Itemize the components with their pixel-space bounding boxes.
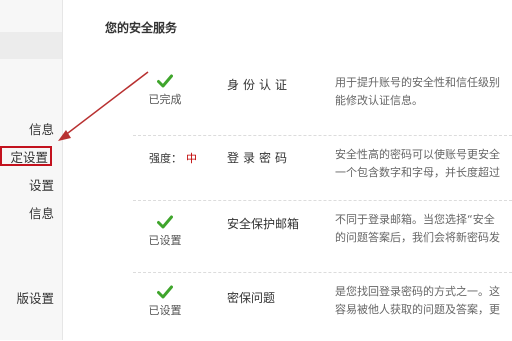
service-row-password: 强度： 中 登录密码 安全性高的密码可以使账号更安全 一个包含数字和字母，并长度超…: [133, 135, 512, 196]
service-name: 安全保护邮箱: [227, 217, 300, 231]
description-line: 用于提升账号的安全性和信任级别: [335, 76, 500, 89]
sidebar-item-label: 信息: [28, 122, 54, 137]
sidebar-item-label: 信息: [28, 206, 54, 221]
service-row-questions: 已设置 密保问题 是您找回登录密码的方式之一。这 容易被他人获取的问题及答案，更: [133, 272, 512, 341]
sidebar-item-settings[interactable]: 设置: [0, 176, 62, 196]
service-status: 已完成: [133, 74, 197, 107]
sidebar-item-settings-active[interactable]: 定设置: [0, 146, 52, 166]
left-sidebar: 信息 定设置 设置 信息 版设置: [0, 0, 63, 340]
service-status: 已设置: [133, 285, 197, 318]
status-label: 已完成: [148, 93, 182, 106]
strength-label: 强度：: [149, 152, 182, 165]
check-icon: [157, 215, 173, 229]
service-description: 安全性高的密码可以使账号更安全 一个包含数字和字母，并长度超过: [335, 146, 512, 182]
service-name: 密保问题: [227, 291, 276, 305]
service-name: 登录密码: [227, 151, 292, 165]
strength-level: 中: [186, 152, 197, 165]
check-icon: [157, 285, 173, 299]
description-line: 安全性高的密码可以使账号更安全: [335, 148, 500, 161]
security-services-panel: 您的安全服务 已完成 身份认证 用于提升账号的安全性和信任级别 能修改认证信息。…: [63, 0, 512, 340]
sidebar-item-info-2[interactable]: 信息: [0, 204, 62, 224]
status-label: 已设置: [148, 234, 182, 247]
description-line: 的问题答案后，我们会将新密码发: [335, 231, 500, 244]
service-status: 已设置: [133, 215, 197, 248]
service-description: 是您找回登录密码的方式之一。这 容易被他人获取的问题及答案，更: [335, 283, 512, 319]
service-name: 身份认证: [227, 78, 292, 92]
service-description: 不同于登录邮箱。当您选择“安全 的问题答案后，我们会将新密码发: [335, 211, 512, 247]
sidebar-item-info[interactable]: 信息: [0, 120, 62, 140]
description-line: 容易被他人获取的问题及答案，更: [335, 303, 500, 316]
password-strength: 强度： 中: [149, 150, 197, 166]
description-line: 不同于登录邮箱。当您选择“安全: [335, 213, 495, 226]
description-line: 一个包含数字和字母，并长度超过: [335, 166, 500, 179]
description-line: 能修改认证信息。: [335, 94, 423, 107]
status-label: 已设置: [148, 304, 182, 317]
service-row-identity: 已完成 身份认证 用于提升账号的安全性和信任级别 能修改认证信息。: [133, 64, 512, 132]
service-row-email: 已设置 安全保护邮箱 不同于登录邮箱。当您选择“安全 的问题答案后，我们会将新密…: [133, 200, 512, 269]
check-icon: [157, 74, 173, 88]
sidebar-highlight: [0, 32, 62, 59]
sidebar-item-label: 版设置: [16, 291, 54, 306]
sidebar-item-label: 设置: [28, 178, 54, 193]
section-title: 您的安全服务: [105, 21, 178, 35]
description-line: 是您找回登录密码的方式之一。这: [335, 285, 500, 298]
sidebar-item-version-settings[interactable]: 版设置: [0, 289, 62, 309]
sidebar-item-label: 定设置: [10, 150, 48, 165]
service-description: 用于提升账号的安全性和信任级别 能修改认证信息。: [335, 74, 512, 110]
